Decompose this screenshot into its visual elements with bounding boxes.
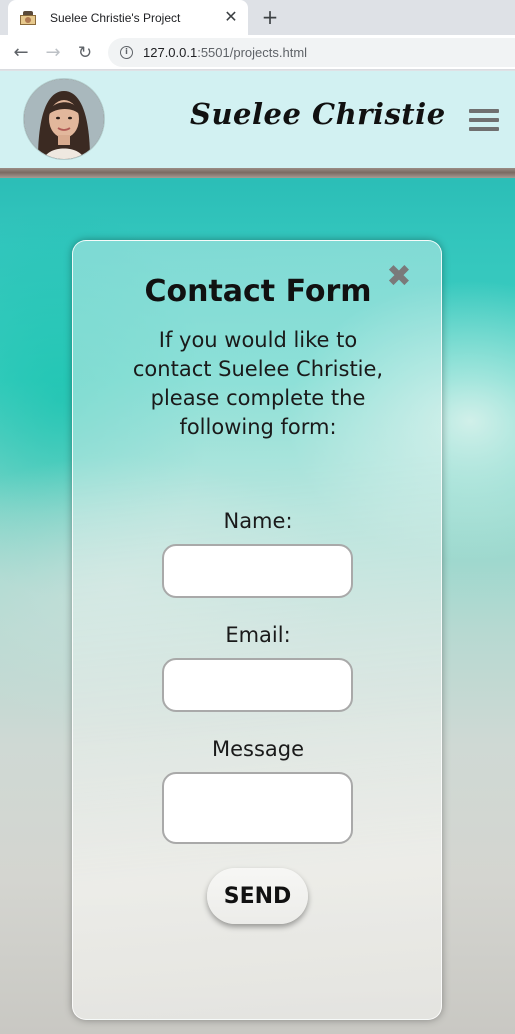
email-label: Email: (225, 623, 291, 647)
tab-title: Suelee Christie's Project (50, 10, 181, 25)
modal-title: Contact Form (144, 274, 372, 309)
back-arrow-icon[interactable]: ← (8, 40, 34, 66)
url-host: 127.0.0.1 (143, 45, 198, 60)
browser-tabstrip: Suelee Christie's Project ✕ + (0, 0, 515, 35)
url-path: :5501/projects.html (197, 45, 308, 60)
send-button[interactable]: SEND (207, 868, 308, 924)
reload-icon[interactable]: ↻ (72, 40, 98, 66)
favicon-icon (20, 10, 36, 25)
browser-toolbar: ← → ↻ i 127.0.0.1:5501/projects.html (0, 35, 515, 70)
browser-tab[interactable]: Suelee Christie's Project ✕ (8, 0, 248, 35)
profile-photo-icon (24, 79, 104, 159)
message-label: Message (211, 737, 305, 761)
forward-arrow-icon[interactable]: → (40, 40, 66, 66)
message-field[interactable] (162, 772, 353, 844)
new-tab-icon[interactable]: + (258, 6, 282, 30)
email-field[interactable] (162, 658, 353, 712)
hamburger-menu-icon[interactable] (469, 107, 499, 133)
avatar (24, 79, 104, 159)
contact-form-modal: ✖ Contact Form If you would like to cont… (72, 240, 442, 1020)
tab-close-icon[interactable]: ✕ (222, 8, 240, 26)
name-label: Name: (223, 509, 293, 533)
address-bar[interactable]: i 127.0.0.1:5501/projects.html (108, 38, 515, 67)
site-title[interactable]: Suelee Christie (190, 97, 445, 131)
site-header: Suelee Christie (0, 71, 515, 168)
site-info-icon[interactable]: i (120, 46, 133, 59)
name-field[interactable] (162, 544, 353, 598)
header-divider (0, 168, 515, 178)
page-viewport: Suelee Christie ✖ Contact Form If you wo… (0, 71, 515, 1034)
url-text: 127.0.0.1:5501/projects.html (143, 45, 307, 60)
modal-intro-text: If you would like to contact Suelee Chri… (132, 328, 384, 439)
